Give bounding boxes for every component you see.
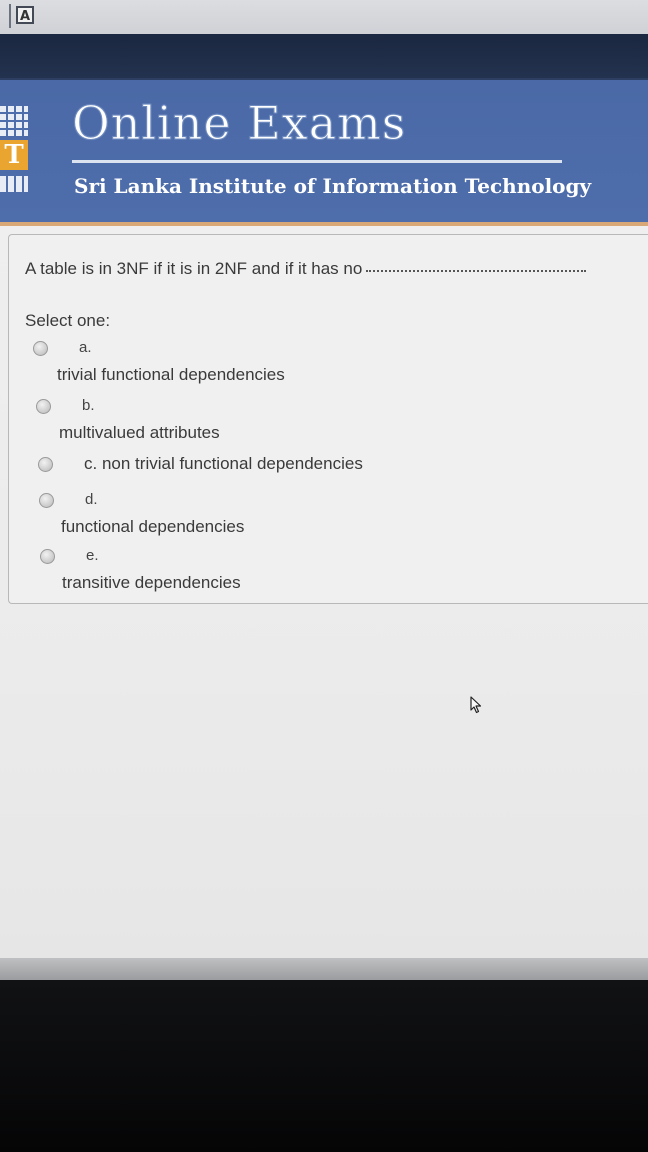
- title-underline: [72, 160, 562, 163]
- option-text[interactable]: trivial functional dependencies: [57, 365, 285, 385]
- browser-top-strip: A: [0, 0, 648, 34]
- option-letter: b.: [82, 397, 95, 414]
- logo-letter: T: [0, 140, 28, 170]
- logo-grid-top: [0, 106, 28, 136]
- question-text-row: A table is in 3NF if it is in 2NF and if…: [25, 259, 587, 279]
- radio-button-icon[interactable]: [36, 399, 51, 414]
- question-card: A table is in 3NF if it is in 2NF and if…: [8, 234, 648, 604]
- answer-blank: [366, 270, 587, 272]
- logo-grid-bottom: [0, 176, 28, 192]
- browser-bottom-edge: [0, 958, 648, 980]
- option-text[interactable]: multivalued attributes: [59, 423, 220, 443]
- option-text[interactable]: c. non trivial functional dependencies: [84, 454, 363, 474]
- content-top-border: [0, 222, 648, 226]
- site-top-band: [0, 34, 648, 78]
- option-text[interactable]: functional dependencies: [61, 517, 244, 537]
- app-badge-icon[interactable]: A: [16, 6, 34, 24]
- radio-button-icon[interactable]: [38, 457, 53, 472]
- option-letter: c.: [84, 454, 98, 473]
- site-header: T Online Exams Sri Lanka Institute of In…: [0, 78, 648, 222]
- institute-name: Sri Lanka Institute of Information Techn…: [74, 174, 592, 198]
- monitor-bezel: [0, 980, 648, 1152]
- mouse-pointer-icon: [470, 696, 482, 714]
- option-letter: d.: [85, 491, 98, 508]
- sliit-logo-icon[interactable]: T: [0, 106, 30, 192]
- site-title[interactable]: Online Exams: [71, 96, 406, 151]
- select-one-label: Select one:: [25, 311, 111, 330]
- radio-button-icon[interactable]: [40, 549, 55, 564]
- main-content: A table is in 3NF if it is in 2NF and if…: [0, 222, 648, 972]
- radio-button-icon[interactable]: [33, 341, 48, 356]
- screen: A T Online Exams Sri Lanka Institute of …: [0, 0, 648, 1152]
- option-letter: a.: [79, 339, 92, 356]
- radio-button-icon[interactable]: [39, 493, 54, 508]
- question-text: A table is in 3NF if it is in 2NF and if…: [25, 259, 363, 278]
- option-text[interactable]: transitive dependencies: [62, 573, 241, 593]
- option-label: non trivial functional dependencies: [101, 454, 363, 473]
- divider: [9, 4, 11, 28]
- option-letter: e.: [86, 547, 99, 564]
